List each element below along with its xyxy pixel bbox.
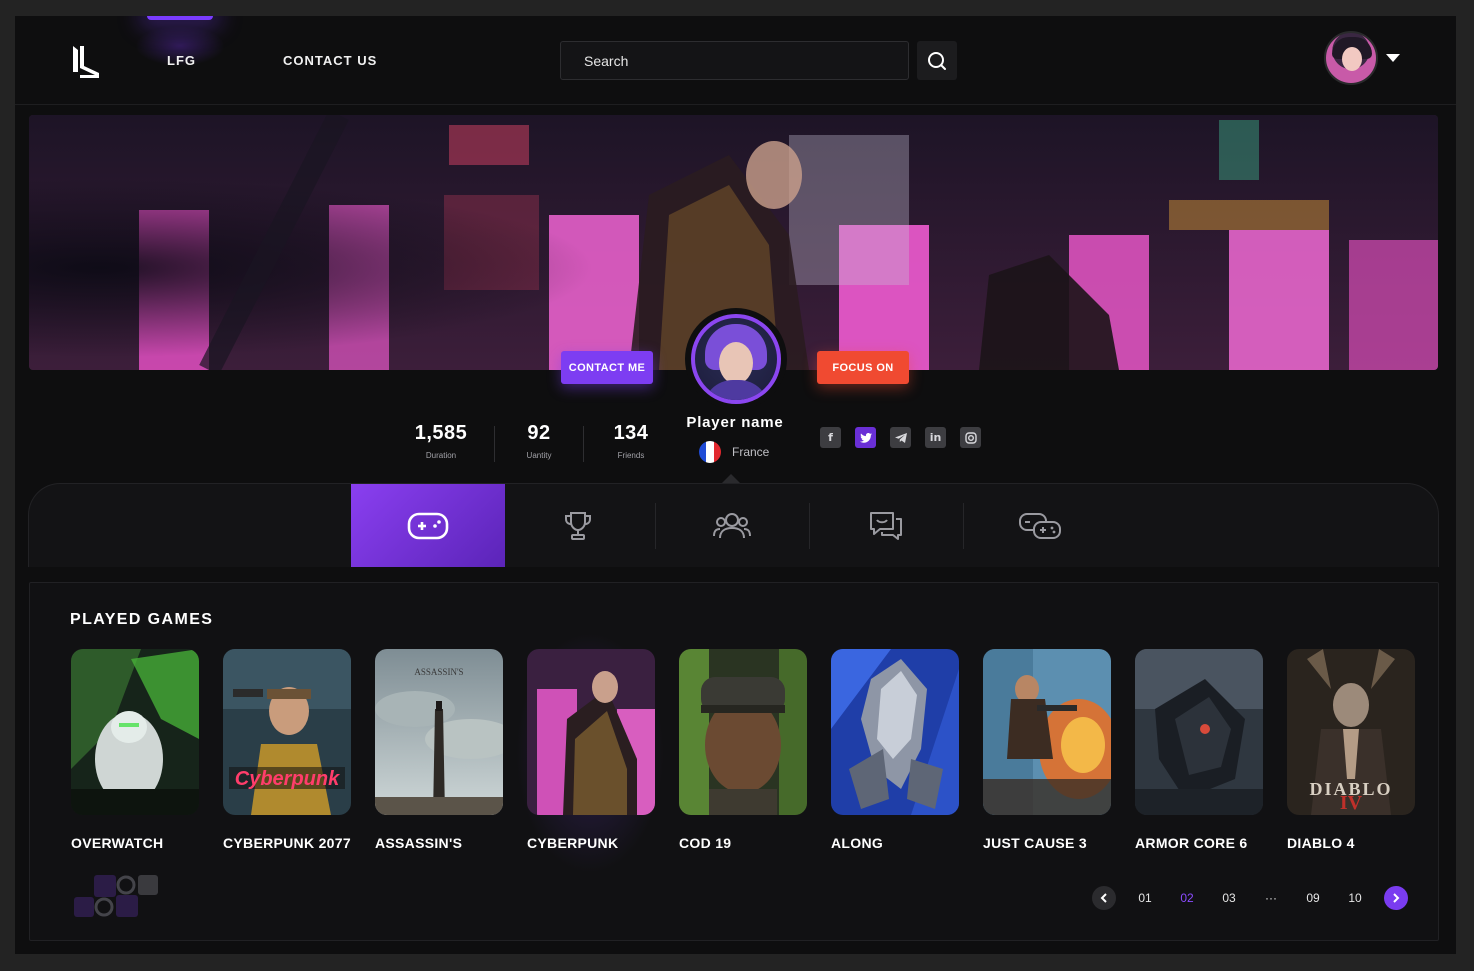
pagination: 01 02 03 ··· 09 10: [1092, 886, 1408, 910]
focus-on-button[interactable]: FOCUS ON: [817, 351, 909, 384]
friends-icon: [713, 513, 751, 539]
svg-text:ASSASSIN'S: ASSASSIN'S: [414, 667, 463, 677]
france-flag-icon: [699, 441, 721, 463]
nav-contact-us[interactable]: CONTACT US: [283, 53, 377, 68]
nav-lfg[interactable]: LFG: [167, 53, 196, 68]
search-box: [560, 41, 909, 80]
game-title: ASSASSIN'S: [375, 835, 463, 851]
game-title: DIABLO 4: [1287, 835, 1355, 851]
telegram-icon[interactable]: [890, 427, 911, 448]
played-games-panel: PLAYED GAMES OVERWATCH Cyberpunk CYBERPU…: [29, 582, 1439, 941]
page-number[interactable]: 01: [1124, 891, 1166, 905]
game-title: COD 19: [679, 835, 732, 851]
stat-duration: 1,585 Duration: [401, 422, 481, 460]
chat-icon: [870, 512, 902, 540]
chevron-right-icon: [1393, 893, 1400, 903]
game-title: CYBERPUNK 2077: [223, 835, 351, 851]
game-cover: [71, 649, 199, 815]
game-title: CYBERPUNK: [527, 835, 619, 851]
stat-label: Uantity: [526, 451, 552, 460]
game-title: JUST CAUSE 3: [983, 835, 1087, 851]
tab-achievements[interactable]: [501, 484, 655, 567]
tab-games[interactable]: [351, 484, 505, 567]
trophy-icon: [565, 512, 591, 540]
game-card-cyberpunk-2077[interactable]: Cyberpunk CYBERPUNK 2077: [223, 649, 351, 851]
search-button[interactable]: [917, 41, 957, 80]
game-cover: [983, 649, 1111, 815]
game-cover: DIABLO IV: [1287, 649, 1415, 815]
search-icon: [928, 51, 946, 70]
tab-messages[interactable]: [809, 484, 963, 567]
previous-page-button[interactable]: [1092, 886, 1116, 910]
section-title: PLAYED GAMES: [70, 611, 214, 628]
game-card-armor-core-6[interactable]: ARMOR CORE 6: [1135, 649, 1263, 851]
stat-uantity: 92 Uantity: [509, 422, 569, 460]
game-card-overwatch[interactable]: OVERWATCH: [71, 649, 199, 851]
game-card-along[interactable]: ALONG: [831, 649, 959, 851]
game-cover: [679, 649, 807, 815]
app-window: LFG CONTACT US Search CONTACT ME FOCUS O…: [15, 16, 1456, 954]
tab-multiplayer[interactable]: [963, 484, 1117, 567]
decorative-blocks: [74, 875, 158, 917]
player-name: Player name: [686, 414, 784, 431]
game-card-assassins[interactable]: ASSASSIN'S ASSASSIN'S: [375, 649, 503, 851]
game-card-just-cause-3[interactable]: JUST CAUSE 3: [983, 649, 1111, 851]
country-name: France: [732, 445, 770, 459]
game-cover: [527, 649, 655, 815]
game-title: ARMOR CORE 6: [1135, 835, 1248, 851]
game-cover: [831, 649, 959, 815]
game-cover: Cyberpunk: [223, 649, 351, 815]
game-title: OVERWATCH: [71, 835, 164, 851]
stat-label: Friends: [617, 451, 645, 460]
page-number[interactable]: 09: [1292, 891, 1334, 905]
stat-friends: 134 Friends: [598, 422, 664, 460]
svg-text:Cyberpunk: Cyberpunk: [235, 768, 340, 790]
svg-text:IV: IV: [1340, 792, 1363, 814]
next-page-button[interactable]: [1384, 886, 1408, 910]
linkedin-icon[interactable]: in: [925, 427, 946, 448]
tab-friends[interactable]: [655, 484, 809, 567]
controllers-icon: [1019, 513, 1061, 539]
brand-logo[interactable]: [69, 44, 99, 78]
caret-down-icon[interactable]: [1386, 54, 1400, 62]
game-cover: [1135, 649, 1263, 815]
nav-active-indicator: [147, 16, 213, 20]
game-card-cyberpunk[interactable]: CYBERPUNK: [527, 649, 655, 851]
contact-me-button[interactable]: CONTACT ME: [561, 351, 653, 384]
gamepad-icon: [407, 512, 449, 540]
stat-label: Duration: [425, 451, 457, 460]
stat-value: 1,585: [414, 422, 468, 444]
stat-value: 92: [527, 422, 551, 444]
page-number[interactable]: 03: [1208, 891, 1250, 905]
game-title: ALONG: [831, 835, 884, 851]
profile-avatar[interactable]: [691, 314, 781, 404]
instagram-icon[interactable]: [960, 427, 981, 448]
game-card-cod-19[interactable]: COD 19: [679, 649, 807, 851]
page-ellipsis: ···: [1265, 891, 1277, 905]
stat-value: 134: [613, 422, 649, 444]
social-links: f in: [820, 427, 981, 448]
profile-avatar-frame: [685, 308, 787, 410]
search-input[interactable]: [561, 42, 908, 79]
stat-divider: [494, 426, 495, 462]
facebook-icon[interactable]: f: [820, 427, 841, 448]
profile-tab-bar: [28, 483, 1439, 567]
user-avatar[interactable]: [1324, 31, 1378, 85]
twitter-icon[interactable]: [855, 427, 876, 448]
chevron-left-icon: [1100, 893, 1107, 903]
game-card-diablo-4[interactable]: DIABLO IV DIABLO 4: [1287, 649, 1415, 851]
top-navigation-bar: LFG CONTACT US: [15, 16, 1456, 105]
stat-divider: [583, 426, 584, 462]
game-cover: ASSASSIN'S: [375, 649, 503, 815]
page-number[interactable]: 10: [1334, 891, 1376, 905]
page-number-current[interactable]: 02: [1166, 891, 1208, 905]
